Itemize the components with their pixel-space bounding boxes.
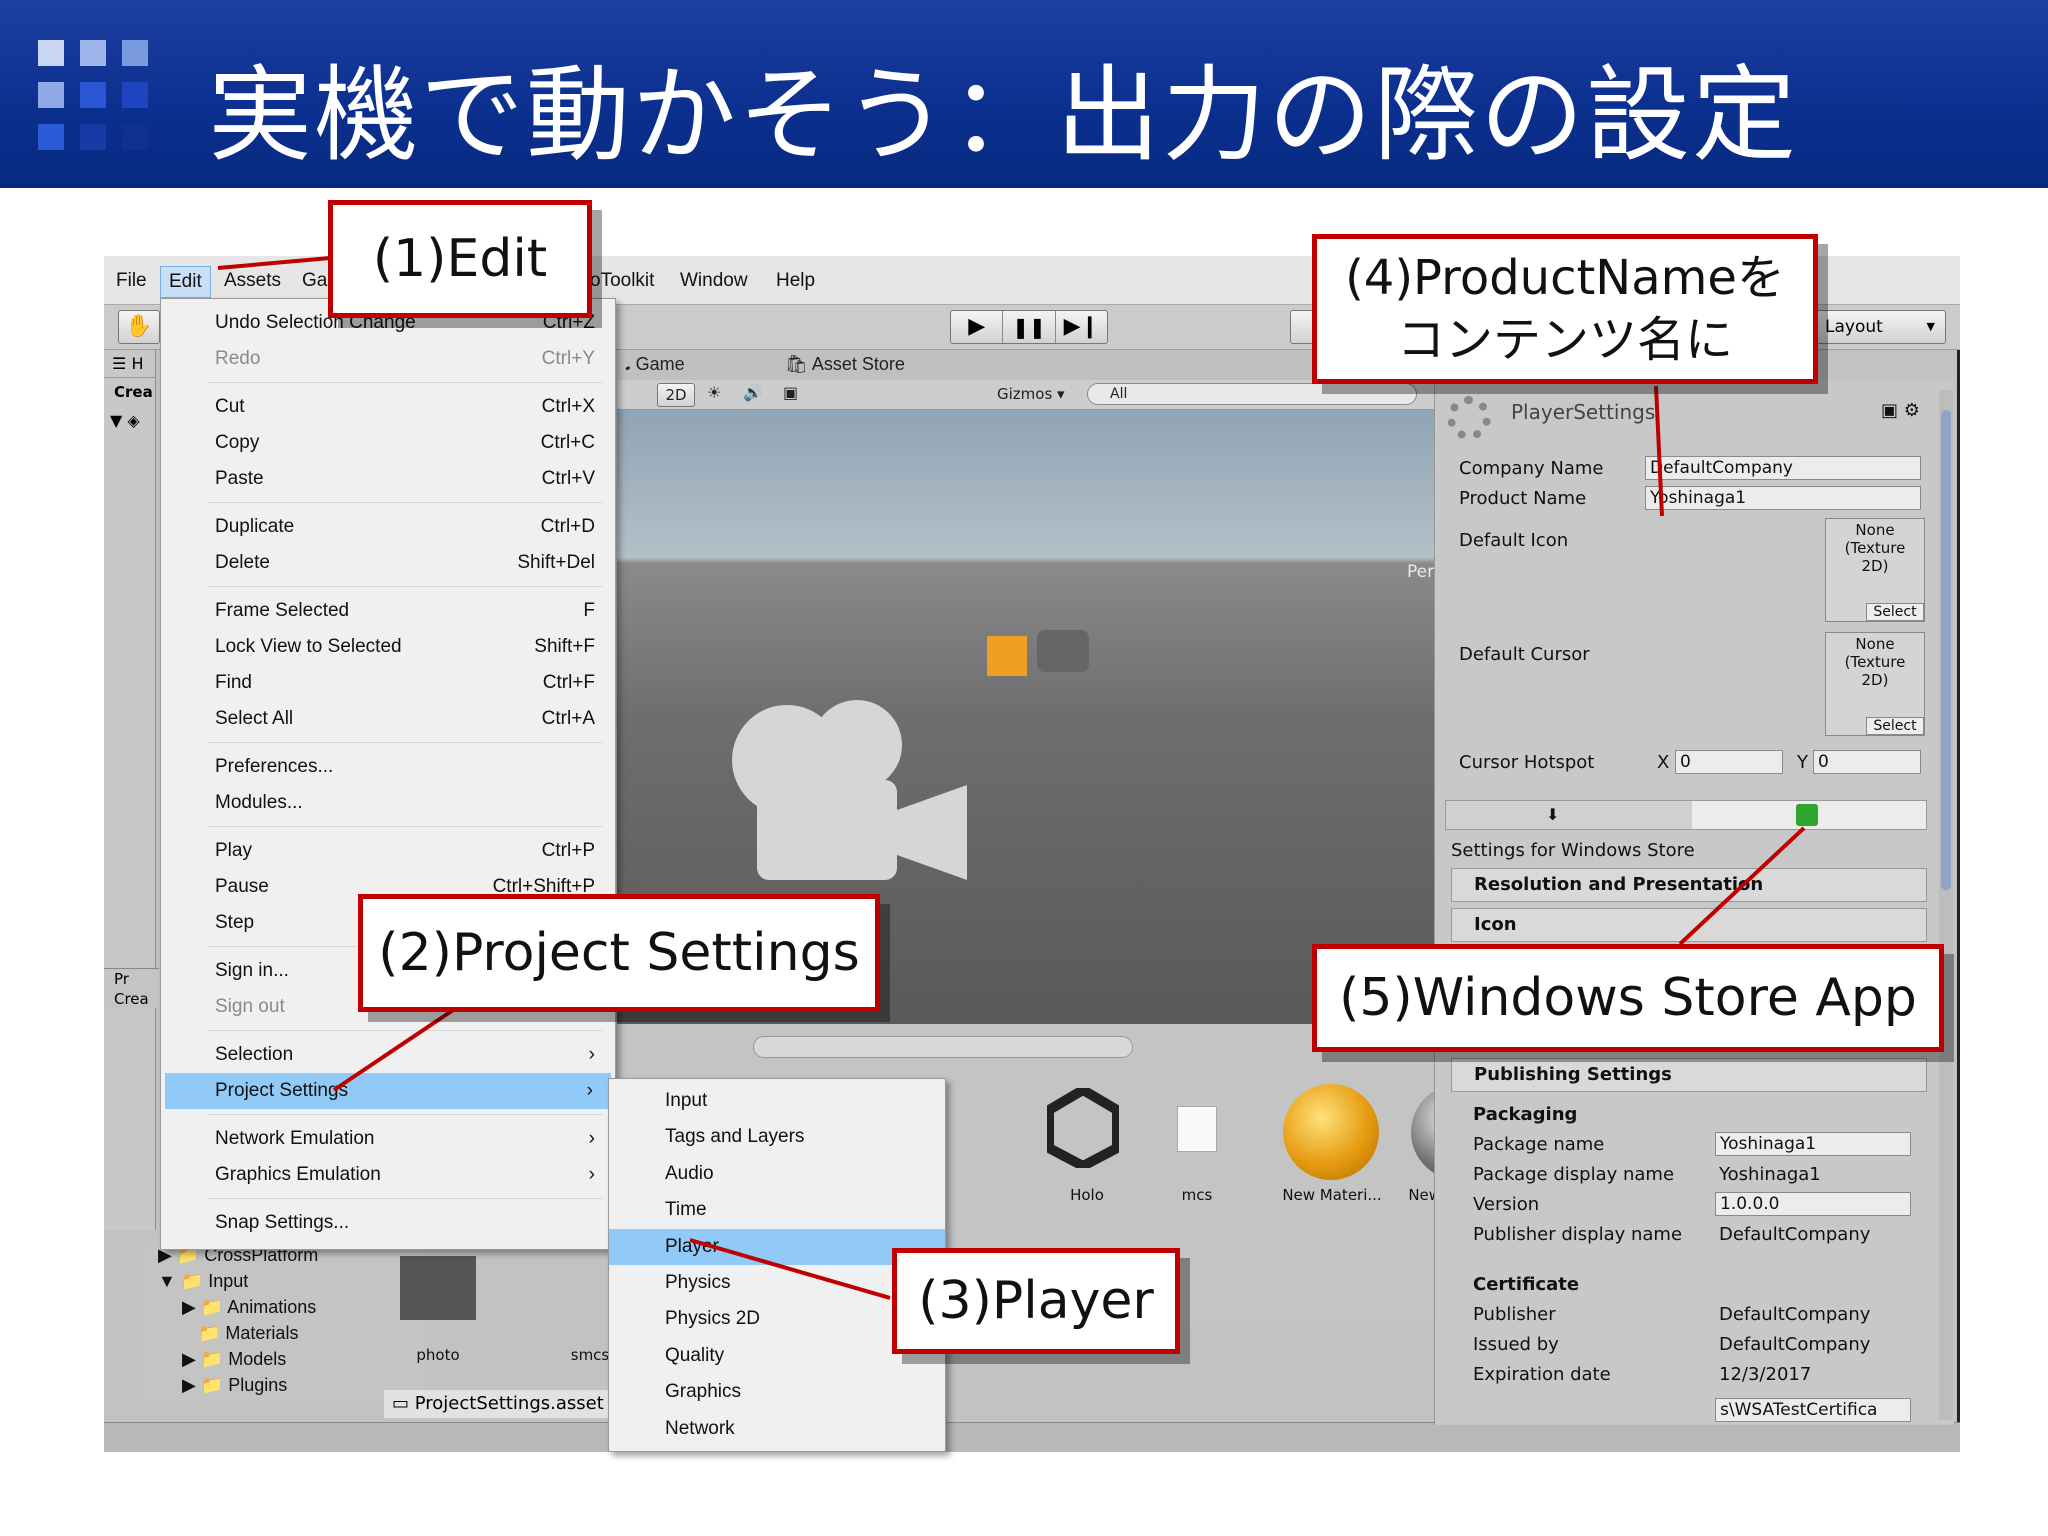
callout-edit: (1)Edit xyxy=(328,200,592,318)
connector-edit xyxy=(217,256,331,270)
callout-product-name-line2: コンテンツ名に xyxy=(1396,312,1733,368)
connector-windows-store xyxy=(1678,826,1806,946)
callout-player: (3)Player xyxy=(892,1248,1180,1354)
callout-project-settings: (2)Project Settings xyxy=(358,894,880,1012)
callout-product-name: (4)ProductNameを コンテンツ名に xyxy=(1312,234,1818,384)
connector-player xyxy=(689,1238,891,1300)
callout-product-name-line1: (4)ProductNameを xyxy=(1345,250,1785,306)
connector-product-name xyxy=(1654,385,1664,517)
callout-windows-store: (5)Windows Store App xyxy=(1312,944,1944,1052)
